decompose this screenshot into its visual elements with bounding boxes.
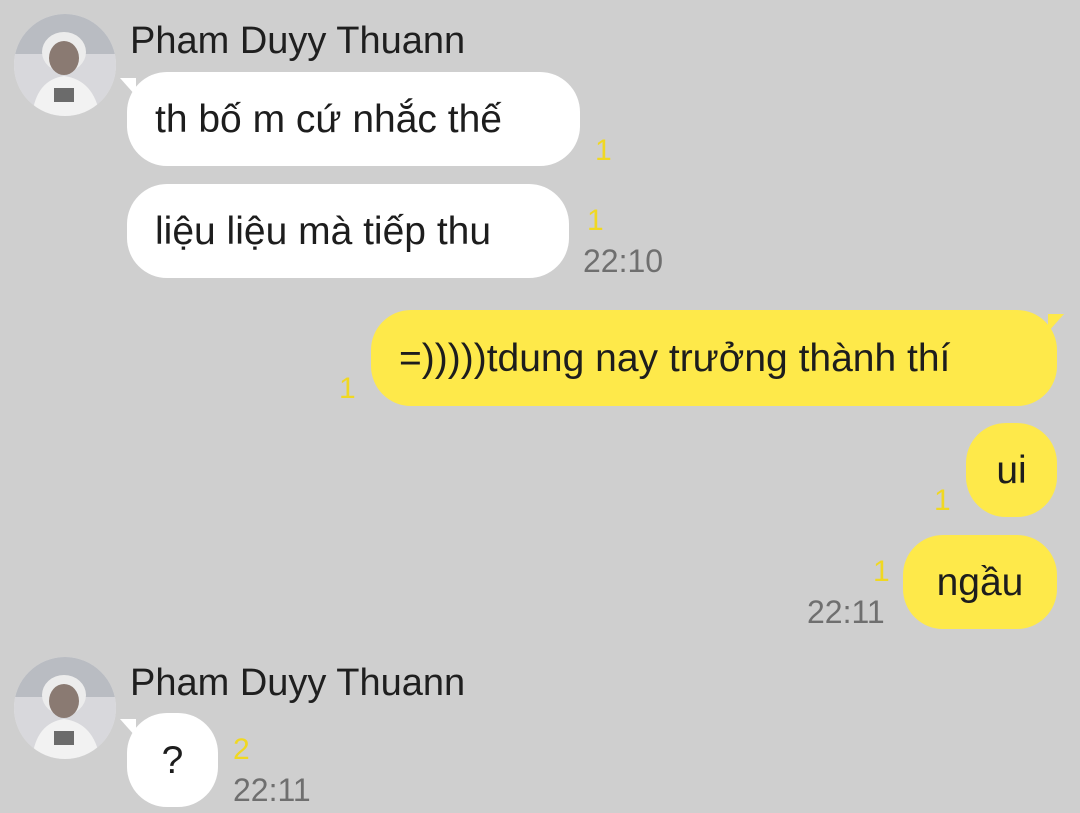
- unread-count: 1: [339, 372, 356, 405]
- sender-name: Pham Duyy Thuann: [130, 20, 466, 62]
- message-bubble[interactable]: =)))))tdung nay trưởng thành thí: [371, 310, 1057, 406]
- message-bubble[interactable]: liệu liệu mà tiếp thu: [127, 184, 569, 278]
- timestamp: 22:10: [583, 243, 664, 279]
- profile-photo-icon: [14, 14, 116, 116]
- timestamp: 22:11: [807, 594, 885, 630]
- avatar[interactable]: [14, 657, 116, 759]
- chat-view: Pham Duyy Thuann th bố m cứ nhắc thế 1 l…: [0, 0, 1080, 813]
- message-bubble[interactable]: ui: [966, 423, 1057, 517]
- unread-count: 1: [873, 555, 890, 588]
- sender-name: Pham Duyy Thuann: [130, 662, 466, 704]
- timestamp: 22:11: [233, 772, 311, 808]
- avatar[interactable]: [14, 14, 116, 116]
- message-bubble[interactable]: th bố m cứ nhắc thế: [127, 72, 580, 166]
- unread-count: 2: [233, 733, 250, 766]
- message-bubble[interactable]: ngầu: [903, 535, 1057, 629]
- unread-count: 1: [934, 484, 951, 517]
- message-bubble[interactable]: ?: [127, 713, 218, 807]
- unread-count: 1: [595, 134, 612, 167]
- profile-photo-icon: [14, 657, 116, 759]
- unread-count: 1: [587, 204, 604, 237]
